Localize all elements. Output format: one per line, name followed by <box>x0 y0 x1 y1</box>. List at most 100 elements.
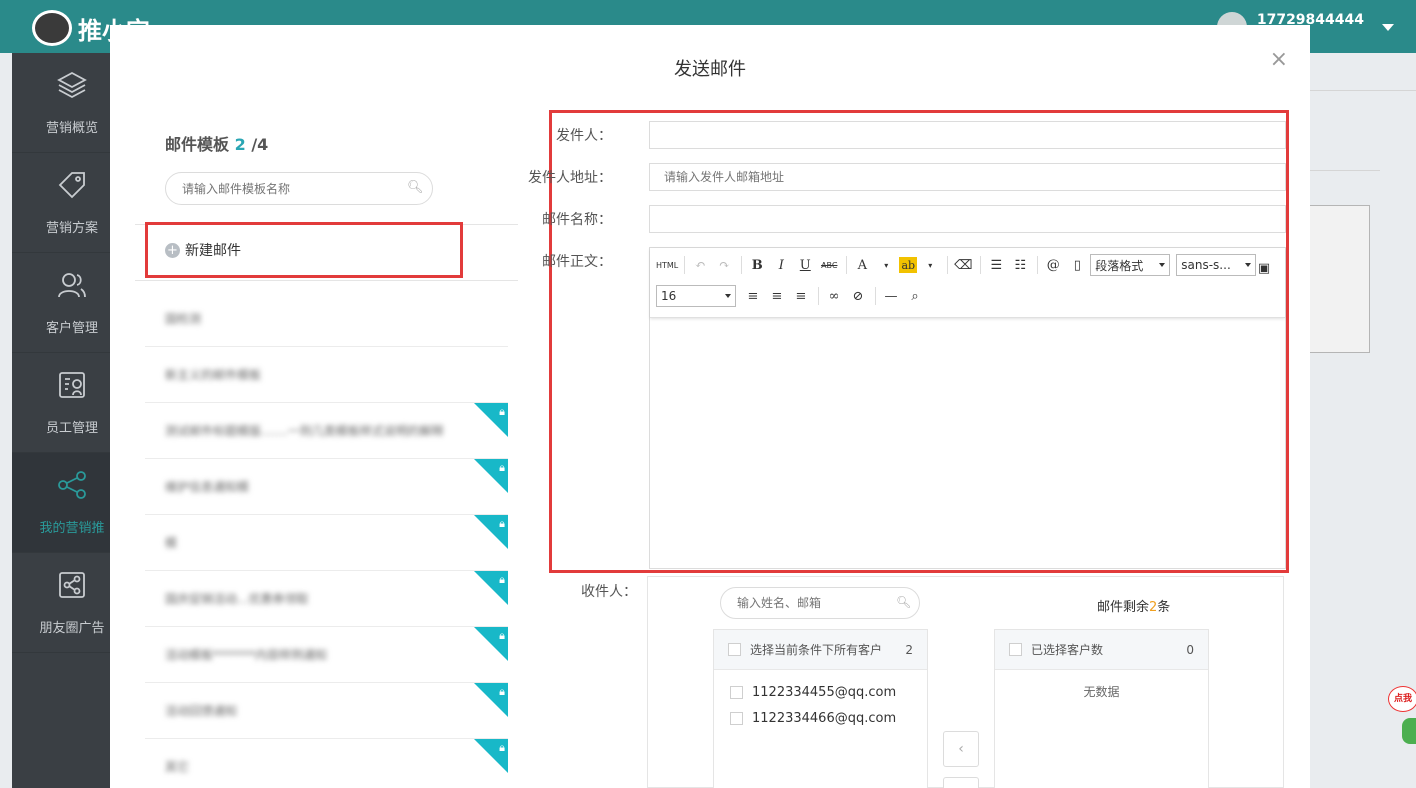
lock-icon: 🔒︎ <box>499 461 505 474</box>
undo-icon[interactable]: ↶ <box>689 254 711 276</box>
template-item[interactable]: 活动模板*******内容样例通知 🔒︎ <box>145 627 508 683</box>
tag-icon <box>56 169 88 205</box>
editor-body[interactable] <box>650 318 1285 569</box>
select-all-label: 选择当前条件下所有客户 <box>750 643 883 657</box>
strikethrough-button[interactable]: ABC <box>818 254 840 276</box>
template-name: 活动回馈通知 <box>165 704 238 718</box>
selected-all-checkbox[interactable] <box>1009 643 1022 656</box>
chevron-down-icon[interactable]: ▾ <box>875 254 897 276</box>
candidate-count: 2 <box>905 642 913 657</box>
lock-icon: 🔒︎ <box>499 685 505 698</box>
redo-icon[interactable]: ↷ <box>713 254 735 276</box>
recipient-email: 1122334455@qq.com <box>752 684 897 700</box>
ordered-list-icon[interactable]: ☰ <box>985 254 1007 276</box>
floating-helper[interactable]: 点我 <box>1388 686 1416 746</box>
recipients-label: 收件人： <box>581 584 637 600</box>
underline-button[interactable]: U <box>794 254 816 276</box>
divider <box>947 256 949 274</box>
list-item[interactable]: 1122334455@qq.com <box>714 679 927 705</box>
template-item[interactable]: 活动回馈通知 🔒︎ <box>145 683 508 739</box>
html-source-button[interactable]: HTML <box>656 254 678 276</box>
template-item[interactable]: 其它 🔒︎ <box>145 739 508 788</box>
template-item[interactable]: 新主义的邮件模板 <box>145 347 508 403</box>
template-title: 邮件模板 <box>165 135 230 154</box>
sender-label: 发件人： <box>556 128 612 144</box>
mail-form: 发件人： 发件人地址： 邮件名称： 邮件正文： HTML ↶ ↷ B I U A… <box>528 110 1289 573</box>
background-divider <box>1310 90 1416 91</box>
template-current-count: 2 <box>234 135 246 154</box>
template-header: 邮件模板 2 /4 <box>165 131 268 155</box>
preview-icon[interactable]: ⌕ <box>904 285 926 307</box>
highlight-button[interactable]: ab <box>899 257 918 273</box>
move-left-button[interactable]: ‹ <box>943 731 979 767</box>
template-name: 国庆促销活动...优惠券领取 <box>165 592 309 606</box>
chevron-down-icon <box>1159 263 1166 267</box>
template-item[interactable]: 国庆促销活动...优惠券领取 🔒︎ <box>145 571 508 627</box>
item-checkbox[interactable] <box>730 711 743 725</box>
page-icon[interactable]: ▯ <box>1066 254 1088 276</box>
template-item[interactable]: 模 🔒︎ <box>145 515 508 571</box>
sender-input[interactable] <box>649 121 1286 149</box>
template-list: 国检测 新主义的邮件模板 测试邮件标题模版.......一则几类模板样式说明的解… <box>145 291 508 788</box>
font-size-select[interactable]: 16 <box>656 285 736 307</box>
sidebar-item-label: 朋友圈广告 <box>39 621 105 636</box>
font-family-select[interactable]: sans-s... <box>1176 254 1257 276</box>
move-right-button[interactable]: › <box>943 777 979 788</box>
link-icon[interactable]: ∞ <box>823 285 845 307</box>
share-box-icon <box>56 569 88 605</box>
subject-input[interactable] <box>649 205 1286 233</box>
search-icon[interactable]: 🔍︎ <box>407 180 424 195</box>
recipient-search-input[interactable] <box>720 587 920 619</box>
chevron-down-icon[interactable]: ▾ <box>919 254 941 276</box>
share-nodes-icon <box>56 469 88 505</box>
sidebar-item-label: 我的营销推 <box>39 521 105 536</box>
close-icon[interactable]: × <box>1270 47 1288 72</box>
template-item[interactable]: 维护信息通知模 🔒︎ <box>145 459 508 515</box>
mail-remaining: 邮件剩余2条 <box>1097 596 1170 615</box>
dialog-title: 发送邮件 <box>674 59 746 80</box>
template-search-input[interactable] <box>165 172 433 205</box>
horizontal-rule-icon[interactable]: — <box>880 285 902 307</box>
select-all-checkbox[interactable] <box>728 643 741 656</box>
toolbar-row: HTML ↶ ↷ B I U ABC A ▾ ab ▾ ⌫ ☰ ☷ @ ▯ 段落… <box>656 253 1262 277</box>
template-item[interactable]: 国检测 <box>145 291 508 347</box>
align-center-icon[interactable]: ≡ <box>766 285 788 307</box>
fullscreen-icon[interactable]: ▣ <box>1253 257 1275 279</box>
list-item[interactable]: 1122334466@qq.com <box>714 705 927 731</box>
italic-button[interactable]: I <box>770 254 792 276</box>
template-item[interactable]: 测试邮件标题模版.......一则几类模板样式说明的解释 🔒︎ <box>145 403 508 459</box>
item-checkbox[interactable] <box>730 685 743 699</box>
selected-panel: 已选择客户数 0 无数据 <box>994 629 1209 788</box>
new-mail-button[interactable]: + 新建邮件 <box>145 222 463 278</box>
divider <box>980 256 982 274</box>
unordered-list-icon[interactable]: ☷ <box>1009 254 1031 276</box>
sender-address-input[interactable] <box>649 163 1286 191</box>
divider <box>846 256 848 274</box>
chevron-down-icon[interactable] <box>1382 23 1394 31</box>
unlink-icon[interactable]: ⊘ <box>847 285 869 307</box>
template-name: 测试邮件标题模版.......一则几类模板样式说明的解释 <box>165 424 444 438</box>
robot-icon <box>1402 718 1416 744</box>
paragraph-format-select[interactable]: 段落格式 <box>1090 254 1171 276</box>
lock-icon: 🔒︎ <box>499 405 505 418</box>
align-left-icon[interactable]: ≡ <box>742 285 764 307</box>
template-name: 维护信息通知模 <box>165 480 250 494</box>
empty-state: 无数据 <box>1083 685 1120 699</box>
mascot-icon <box>32 10 72 46</box>
bold-button[interactable]: B <box>746 254 768 276</box>
divider <box>1037 256 1039 274</box>
remain-prefix: 邮件剩余 <box>1097 600 1150 615</box>
anchor-icon[interactable]: @ <box>1042 254 1064 276</box>
search-icon[interactable]: 🔍︎ <box>896 595 911 609</box>
align-right-icon[interactable]: ≡ <box>790 285 812 307</box>
font-color-button[interactable]: A <box>851 254 873 276</box>
template-name: 国检测 <box>165 312 202 326</box>
new-mail-label: 新建邮件 <box>185 243 241 259</box>
lock-icon: 🔒︎ <box>499 517 505 530</box>
divider <box>741 256 743 274</box>
eraser-icon[interactable]: ⌫ <box>952 254 974 276</box>
staff-card-icon <box>56 369 88 405</box>
send-mail-dialog: 发送邮件 × 邮件模板 2 /4 🔍︎ + 新建邮件 国检测 新主义的邮件模板 … <box>110 25 1310 788</box>
plus-circle-icon: + <box>165 242 180 258</box>
layers-icon <box>56 69 88 105</box>
